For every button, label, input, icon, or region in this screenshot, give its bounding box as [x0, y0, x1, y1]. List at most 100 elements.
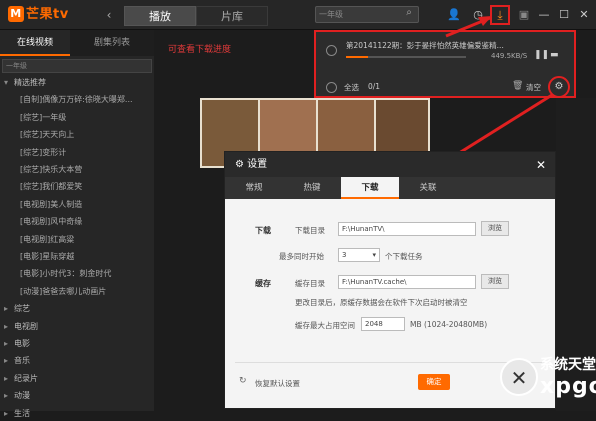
cache-dir-label: 缓存目录	[295, 279, 325, 288]
watermark-bottom-text: xpgod	[540, 374, 596, 399]
cache-max-label: 缓存最大占用空间	[295, 321, 355, 330]
max-concurrent-select[interactable]: 3 ▾	[338, 248, 380, 262]
chevron-down-icon: ▾	[372, 251, 376, 259]
max-concurrent-suffix: 个下载任务	[385, 252, 423, 261]
sidebar-item[interactable]: [电影]星际穿越	[0, 250, 154, 264]
restore-icon[interactable]: ↻	[239, 376, 247, 386]
sidebar-item[interactable]: [综艺]变形计	[0, 146, 154, 160]
tab-general[interactable]: 常规	[225, 177, 283, 199]
chevron-right-icon: ▸	[4, 391, 9, 401]
download-progress-fill	[346, 56, 368, 58]
sidebar-item-label: [动漫]爸爸去哪儿动画片	[20, 286, 107, 296]
sidebar-item[interactable]: [动漫]爸爸去哪儿动画片	[0, 285, 154, 299]
chevron-right-icon: ▸	[4, 356, 9, 366]
sidebar-item-label: [电视剧]风中奇缘	[20, 217, 83, 227]
download-section-label: 下载	[255, 226, 271, 235]
sidebar-item[interactable]: [电视剧]红高粱	[0, 233, 154, 247]
sidebar-item-label: [电影]星际穿越	[20, 252, 75, 261]
tab-association[interactable]: 关联	[399, 177, 457, 199]
cache-section-label: 缓存	[255, 279, 271, 288]
sidebar-item[interactable]: ▸ 纪录片	[0, 372, 154, 386]
sidebar-search-input[interactable]: 一年级	[2, 59, 152, 73]
divider	[235, 362, 545, 363]
restore-defaults-link[interactable]: 恢复默认设置	[255, 378, 300, 389]
download-count: 0/1	[368, 82, 381, 91]
cache-max-field[interactable]: 2048	[361, 317, 405, 331]
sidebar-item-label: [电视剧]红高粱	[20, 234, 75, 244]
chevron-right-icon: ▸	[4, 304, 9, 314]
cache-max-suffix: MB (1024-20480MB)	[410, 320, 488, 329]
dialog-title: 设置	[247, 159, 268, 170]
tab-episode-list[interactable]: 剧集列表	[70, 30, 154, 56]
sidebar-item-label: [电影]小时代3：刺金时代	[20, 269, 112, 279]
sidebar-item[interactable]: ▸ 电影	[0, 337, 154, 351]
sidebar-item-label: [综艺]一年级	[20, 112, 67, 122]
logo-mark: M	[8, 6, 24, 22]
dialog-header: ⚙ 设置	[225, 152, 555, 177]
select-all-label[interactable]: 全选	[344, 82, 359, 93]
sidebar-item[interactable]: [自制]偶像万万碎:徐晓大曝郑...	[0, 93, 154, 107]
browse-download-button[interactable]: 浏览	[481, 221, 509, 236]
sidebar-item-label: [综艺]天天向上	[20, 130, 75, 140]
sidebar-item[interactable]: ▸ 电视剧	[0, 320, 154, 334]
watermark-logo-icon: ✕	[500, 358, 538, 396]
cache-dir-field[interactable]: F:\HunanTV.cache\	[338, 275, 476, 289]
select-all-checkbox[interactable]	[326, 82, 337, 93]
logo-text: 芒果tv	[26, 7, 69, 22]
sidebar-item[interactable]: ▸ 动漫	[0, 389, 154, 403]
max-concurrent-value: 3	[342, 251, 347, 259]
sidebar-item[interactable]: [综艺]快乐大本营	[0, 163, 154, 177]
app-logo[interactable]: M 芒果tv	[8, 6, 80, 24]
sidebar-item-label: 精选推荐	[14, 78, 46, 87]
sidebar-item[interactable]: [电视剧]风中奇缘	[0, 215, 154, 229]
sidebar-item-label: [综艺]快乐大本营	[20, 165, 83, 174]
sidebar-item-label: [综艺]我们都爱笑	[20, 182, 83, 192]
sidebar: 在线视频 剧集列表 一年级 ▾ 精选推荐 [自制]偶像万万碎:徐晓大曝郑... [综艺…	[0, 30, 154, 418]
sidebar-item[interactable]: ▸ 生活	[0, 407, 154, 421]
sidebar-item-label: [自制]偶像万万碎:徐晓大曝郑...	[20, 95, 133, 105]
gear-icon: ⚙	[235, 159, 248, 170]
sidebar-item[interactable]: ▾ 精选推荐	[0, 76, 154, 90]
sidebar-item[interactable]: [电影]小时代3：刺金时代	[0, 267, 154, 281]
sidebar-item[interactable]: ▸ 综艺	[0, 302, 154, 316]
chevron-right-icon: ▸	[4, 339, 9, 348]
search-icon[interactable]: ⌕	[402, 7, 416, 21]
tab-download[interactable]: 下载	[341, 177, 399, 199]
chevron-right-icon: ▸	[4, 373, 9, 383]
chevron-right-icon: ▸	[4, 321, 9, 331]
sidebar-item-label: 电视剧	[14, 321, 38, 331]
chevron-right-icon: ▸	[4, 408, 9, 418]
tab-play[interactable]: 播放	[124, 6, 196, 26]
sidebar-item[interactable]: ▸ 音乐	[0, 354, 154, 368]
cache-note: 更改目录后，原缓存数据会在软件下次启动时被清空	[295, 298, 468, 307]
sidebar-item[interactable]: [综艺]我们都爱笑	[0, 180, 154, 194]
tab-hotkey[interactable]: 热键	[283, 177, 341, 199]
download-item-checkbox[interactable]	[326, 45, 337, 56]
max-concurrent-label: 最多同时开始	[279, 252, 324, 261]
sidebar-item-label: 动漫	[14, 391, 30, 401]
annotation-arrows	[444, 16, 553, 163]
download-dir-label: 下载目录	[295, 226, 325, 235]
back-arrow-icon[interactable]: ‹	[100, 7, 118, 23]
tab-library[interactable]: 片库	[196, 6, 268, 26]
sidebar-item-label: 纪录片	[14, 373, 38, 383]
settings-tabs: 常规 热键 下载 关联	[225, 177, 555, 199]
sidebar-item[interactable]: [电视剧]美人制造	[0, 198, 154, 212]
sidebar-item-label: 电影	[14, 339, 30, 348]
chevron-down-icon: ▾	[4, 78, 9, 87]
sidebar-item-label: 音乐	[14, 356, 30, 366]
download-dir-field[interactable]: F:\HunanTV\	[338, 222, 476, 236]
sidebar-item-label: [电视剧]美人制造	[20, 199, 83, 209]
watermark-top-text: 系统天堂	[540, 357, 596, 373]
sidebar-item[interactable]: [综艺]天天向上	[0, 128, 154, 142]
sidebar-item-label: 综艺	[14, 304, 30, 314]
watermark: ✕ 系统天堂 xpgod	[500, 352, 596, 411]
annotation-text: 可查看下载进度	[168, 45, 232, 55]
sidebar-item[interactable]: [综艺]一年级	[0, 111, 154, 125]
tab-online-video[interactable]: 在线视频	[0, 30, 70, 56]
sidebar-item-label: 生活	[14, 408, 30, 418]
sidebar-item-label: [综艺]变形计	[20, 147, 67, 157]
ok-button[interactable]: 确定	[418, 374, 450, 390]
dialog-close-icon[interactable]: ✕	[531, 155, 551, 175]
browse-cache-button[interactable]: 浏览	[481, 274, 509, 289]
